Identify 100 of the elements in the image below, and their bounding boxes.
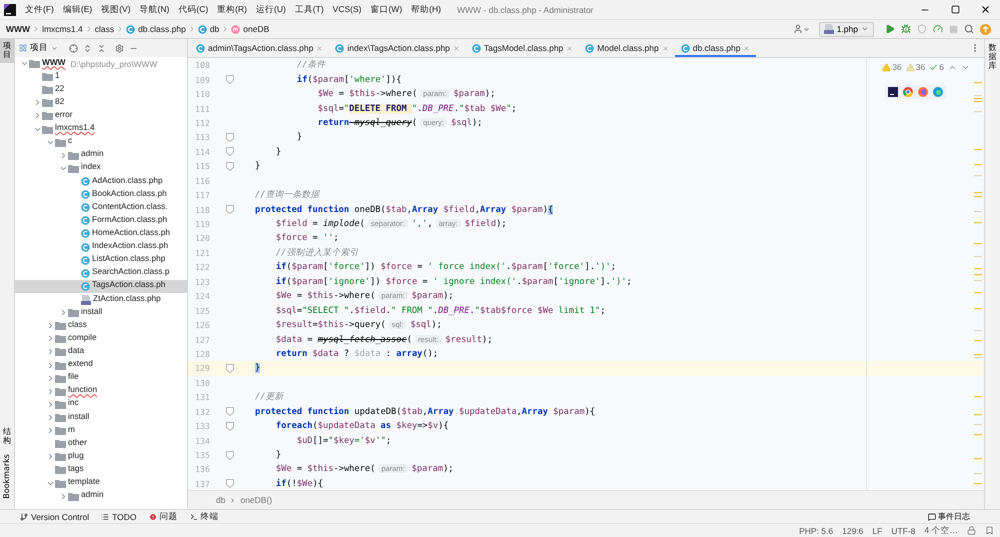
tree-item[interactable]: admin (15, 490, 187, 503)
menu-item[interactable]: 工具(T) (294, 4, 324, 16)
tree-item[interactable]: IndexAction.class.ph (15, 240, 187, 254)
menu-item[interactable]: 窗口(W) (370, 4, 402, 16)
gauge-icon[interactable] (933, 24, 943, 34)
breadcrumb[interactable]: lmxcms1.4 (42, 24, 83, 34)
tree-item[interactable]: install (15, 306, 187, 320)
tree-item[interactable]: class (15, 319, 187, 332)
tree-item[interactable]: c (15, 136, 187, 149)
inspection-count[interactable]: 36 (882, 62, 902, 72)
tree-item[interactable]: compile (15, 332, 187, 346)
status-item[interactable]: UTF-8 (891, 526, 916, 536)
maximize-icon[interactable] (950, 5, 960, 14)
fold-icon[interactable] (224, 132, 236, 142)
tree-item[interactable]: ListAction.class.php (15, 254, 187, 267)
tree-item[interactable]: install (15, 410, 187, 424)
breadcrumb[interactable]: db (216, 495, 226, 505)
tree-item[interactable]: BookAction.class.ph (15, 188, 187, 202)
status-item[interactable]: 129:6 (842, 526, 864, 536)
tool-window-button[interactable]: 数据库 (986, 41, 1000, 74)
editor-tab[interactable]: TagsModel.class.php (466, 39, 580, 57)
tool-window-button[interactable]: 结构 (0, 425, 14, 449)
lock-icon[interactable] (967, 526, 976, 535)
run-icon[interactable] (885, 24, 895, 34)
menu-item[interactable]: 重构(R) (217, 4, 247, 16)
breadcrumb[interactable]: db.class.php (126, 24, 186, 34)
tree-item[interactable]: 22 (15, 83, 187, 96)
tree-item[interactable]: index (15, 162, 187, 175)
tool-window-button[interactable]: Bookmarks (0, 449, 14, 503)
tree-item[interactable]: lmxcms1.4 (15, 122, 187, 136)
close-icon[interactable] (980, 4, 990, 15)
status-item[interactable]: 4 个空… (924, 524, 958, 536)
breadcrumb[interactable]: WWW (6, 24, 30, 34)
tool-window-button[interactable]: 问题 (148, 510, 178, 522)
menu-item[interactable]: 运行(U) (256, 4, 286, 16)
settings-icon[interactable] (115, 44, 124, 52)
tool-window-button[interactable]: 项目 (0, 39, 14, 63)
tree-item[interactable]: error (15, 109, 187, 123)
menu-item[interactable]: 代码(C) (178, 4, 208, 16)
fold-icon[interactable] (224, 146, 236, 157)
breadcrumb[interactable]: oneDB (231, 24, 270, 34)
menu-item[interactable]: VCS(S) (332, 4, 362, 16)
menu-item[interactable]: 导航(N) (140, 4, 170, 16)
tree-item[interactable]: data (15, 345, 187, 359)
tree-item[interactable]: 1 (15, 70, 187, 84)
menu-item[interactable]: 帮助(H) (411, 4, 441, 16)
menu-item[interactable]: 视图(V) (101, 4, 131, 16)
breadcrumb[interactable]: class (94, 24, 114, 34)
tree-item[interactable]: FormAction.class.ph (15, 214, 187, 228)
tool-window-button[interactable]: 终端 (190, 510, 219, 522)
search-icon[interactable] (964, 24, 974, 34)
breadcrumb[interactable]: db (198, 24, 220, 34)
expand-all-icon[interactable] (83, 44, 92, 52)
fold-icon[interactable] (224, 204, 236, 215)
fold-icon[interactable] (224, 363, 236, 374)
breadcrumb[interactable]: oneDB() (240, 495, 272, 505)
locate-icon[interactable] (69, 44, 78, 52)
inspection-count[interactable]: 6 (929, 62, 944, 72)
tree-item[interactable]: m (15, 424, 187, 438)
tree-item[interactable]: WWW D:\phpstudy_pro\WWW (15, 57, 187, 70)
tree-item[interactable]: template (15, 476, 187, 490)
tool-window-button[interactable]: TODO (101, 512, 137, 522)
inspection-count[interactable]: 36 (906, 62, 926, 72)
menu-item[interactable]: 编辑(E) (62, 4, 92, 16)
fold-icon[interactable] (224, 421, 236, 432)
fold-icon[interactable] (224, 74, 236, 85)
editor-tab[interactable]: admin\TagsAction.class.php (190, 39, 330, 57)
tree-item[interactable]: inc (15, 398, 187, 411)
update-icon[interactable] (980, 24, 991, 34)
tree-item[interactable]: plug (15, 450, 187, 464)
fold-icon[interactable] (224, 478, 236, 489)
tree-item[interactable]: admin (15, 148, 187, 162)
tree-item[interactable]: ContentAction.class. (15, 201, 187, 214)
bookmark-icon[interactable] (985, 526, 994, 535)
tree-item[interactable]: file (15, 372, 187, 385)
tree-item[interactable]: function (15, 384, 187, 398)
tree-item[interactable]: tags (15, 463, 187, 476)
ide-icon[interactable] (888, 87, 898, 97)
run-config-dropdown[interactable]: 1.php (818, 22, 874, 36)
tree-item[interactable]: ZtAction.class.php (15, 292, 187, 306)
tree-item[interactable]: extend (15, 358, 187, 372)
editor-tab[interactable]: db.class.php (674, 39, 756, 57)
fold-icon[interactable] (224, 450, 236, 460)
tree-item[interactable]: TagsAction.class.ph (15, 280, 187, 293)
bug-icon[interactable] (901, 24, 911, 34)
fold-icon[interactable] (224, 161, 236, 172)
event-log-button[interactable]: 事件日志 (928, 511, 970, 522)
status-item[interactable]: PHP: 5.6 (799, 526, 834, 536)
tree-item[interactable]: SearchAction.class.p (15, 266, 187, 280)
tree-item[interactable]: HomeAction.class.ph (15, 227, 187, 241)
collapse-all-icon[interactable] (97, 44, 106, 52)
editor-tab[interactable]: index\TagsAction.class.php (329, 39, 466, 57)
fold-icon[interactable] (224, 406, 236, 417)
user-icon[interactable] (792, 24, 803, 34)
project-view-dropdown[interactable]: 项目 (19, 42, 64, 54)
tree-item[interactable]: AdAction.class.php (15, 174, 187, 188)
editor-tab[interactable]: Model.class.php (579, 39, 675, 57)
tree-item[interactable]: 82 (15, 96, 187, 110)
status-item[interactable]: LF (872, 526, 882, 536)
browser-icon[interactable] (903, 87, 913, 97)
